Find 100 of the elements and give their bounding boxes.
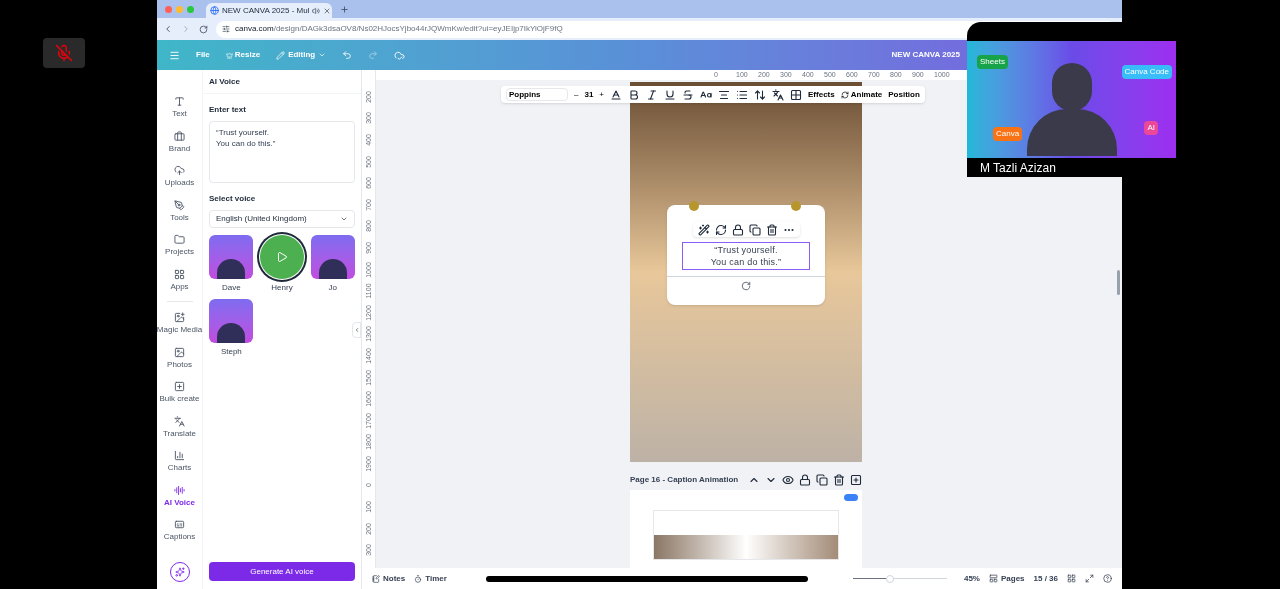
muted-microphone-icon [42, 38, 85, 68]
upload-icon [174, 165, 185, 177]
zoom-percent[interactable]: 45% [963, 572, 980, 585]
field-label: Enter text [209, 104, 247, 116]
close-icon[interactable] [323, 6, 332, 15]
lock-icon[interactable] [731, 223, 744, 236]
audio-wave-icon [174, 484, 185, 496]
sidebar-item[interactable]: Tools [156, 193, 203, 228]
timer-button[interactable]: Timer [414, 572, 447, 585]
generate-button[interactable]: Generate AI voice [209, 562, 355, 581]
align-icon[interactable] [718, 88, 731, 101]
pages-button[interactable]: Pages [988, 572, 1025, 585]
crown-icon [225, 51, 233, 59]
strikethrough-icon[interactable] [682, 88, 695, 101]
rotate-handle-icon[interactable] [741, 281, 751, 291]
italic-icon[interactable] [646, 88, 659, 101]
lock-icon[interactable] [799, 474, 811, 486]
text-color-icon[interactable] [610, 88, 623, 101]
duplicate-icon[interactable] [816, 474, 828, 486]
underline-icon[interactable] [664, 88, 677, 101]
transparency-icon[interactable] [790, 88, 803, 101]
play-icon[interactable] [276, 251, 288, 263]
font-size-field[interactable]: 31 [584, 88, 594, 101]
animate-button[interactable]: Animate [840, 88, 883, 101]
bold-icon[interactable] [628, 88, 641, 101]
voice-avatar[interactable] [209, 299, 254, 343]
effects-button[interactable]: Effects [808, 88, 835, 101]
voice-name: Steph [220, 346, 242, 358]
reload-icon[interactable] [199, 24, 208, 34]
speaker-icon[interactable] [312, 6, 321, 15]
voice-name: Henry [271, 282, 293, 294]
delete-icon[interactable] [833, 474, 845, 486]
decrease-size-button[interactable]: – [574, 88, 579, 101]
site-settings-icon[interactable] [222, 25, 230, 33]
voice-avatar[interactable] [260, 235, 304, 279]
tab-title: NEW CANVA 2025 - Mul [222, 4, 310, 17]
help-icon[interactable] [1103, 574, 1112, 583]
voice-avatar[interactable] [209, 235, 254, 279]
magic-edit-icon[interactable] [697, 223, 710, 236]
quote-text[interactable]: “Trust yourself. You can do this.” [682, 242, 810, 270]
document-title[interactable]: NEW CANVA 2025 [891, 49, 960, 61]
timer-icon [414, 574, 423, 583]
scrollbar[interactable] [485, 575, 808, 582]
delete-icon[interactable] [765, 223, 778, 236]
voice-avatar[interactable] [310, 235, 355, 279]
image-plus-icon [174, 312, 185, 324]
fullscreen-icon[interactable] [1085, 574, 1094, 583]
notes-button[interactable]: Notes [372, 572, 406, 585]
zoom-slider[interactable] [852, 573, 947, 584]
sidebar-item[interactable]: AI Voice [156, 478, 203, 513]
floating-tag: AI [1144, 121, 1158, 135]
collapse-panel-handle[interactable] [352, 322, 361, 338]
cloud-saved-icon [394, 49, 406, 61]
pencil-icon [276, 50, 286, 60]
slider-thumb[interactable] [886, 574, 895, 583]
sidebar-item[interactable]: Charts [156, 444, 203, 479]
page-title: Page 16 - Caption Animation [630, 474, 739, 486]
sidebar-item[interactable]: Uploads [156, 159, 203, 194]
field-label: Select voice [209, 193, 257, 205]
sidebar-item[interactable]: Translate [156, 409, 203, 444]
rotate-icon[interactable] [714, 223, 727, 236]
back-icon[interactable] [163, 24, 173, 34]
sidebar-item[interactable]: Photos [156, 340, 203, 375]
globe-icon [210, 6, 219, 15]
sidebar-item[interactable]: Brand [156, 124, 203, 159]
floating-tag: Sheets [977, 55, 1008, 69]
grid-view-icon[interactable] [1067, 574, 1076, 583]
sidebar-item[interactable]: Projects [156, 228, 203, 263]
floating-tag: Canva Code [1121, 65, 1172, 79]
scrollbar[interactable] [1117, 270, 1120, 295]
sparkle-icon [174, 567, 185, 577]
grid-icon [174, 268, 185, 280]
chevron-left-icon [353, 327, 360, 333]
sidebar-item[interactable]: Magic Media [156, 306, 203, 341]
language-dropdown[interactable]: English (United Kingdom) [209, 210, 355, 228]
spacing-icon[interactable] [754, 88, 767, 101]
sidebar-item[interactable]: Bulk create [156, 375, 203, 410]
caret-icon [340, 215, 348, 223]
text-direction-icon[interactable] [772, 88, 785, 101]
duplicate-icon[interactable] [748, 223, 761, 236]
text-input-field[interactable]: “Trust yourself. You can do this.” [209, 121, 355, 183]
voice-name: Dave [222, 282, 241, 294]
font-dropdown[interactable]: Poppins [506, 88, 568, 101]
sidebar-item[interactable]: Captions [156, 513, 203, 548]
bar-chart-icon [174, 450, 185, 462]
page-counter: 15 / 36 [1033, 572, 1058, 585]
new-tab-icon[interactable] [340, 4, 349, 14]
pin-icon [689, 201, 699, 211]
position-button[interactable]: Position [888, 88, 920, 101]
browser-tab[interactable]: NEW CANVA 2025 - Mul [206, 3, 332, 18]
sidebar-item[interactable]: Apps [156, 262, 203, 297]
voice-name: Jo [328, 282, 337, 294]
sidebar-item[interactable]: Text [156, 90, 203, 125]
list-icon[interactable] [736, 88, 749, 101]
caret-icon [318, 51, 327, 59]
add-page-icon[interactable] [850, 474, 862, 486]
case-icon[interactable] [700, 88, 713, 101]
increase-size-button[interactable]: + [599, 88, 605, 101]
url-text: canva.com/design/DAGk3dsaOV8/Ns02HJocsYjbo44rJQWmKw/edit?ui=eyJEIjp7IkYiOjF9fQ [235, 23, 563, 35]
hide-icon[interactable] [782, 474, 794, 486]
